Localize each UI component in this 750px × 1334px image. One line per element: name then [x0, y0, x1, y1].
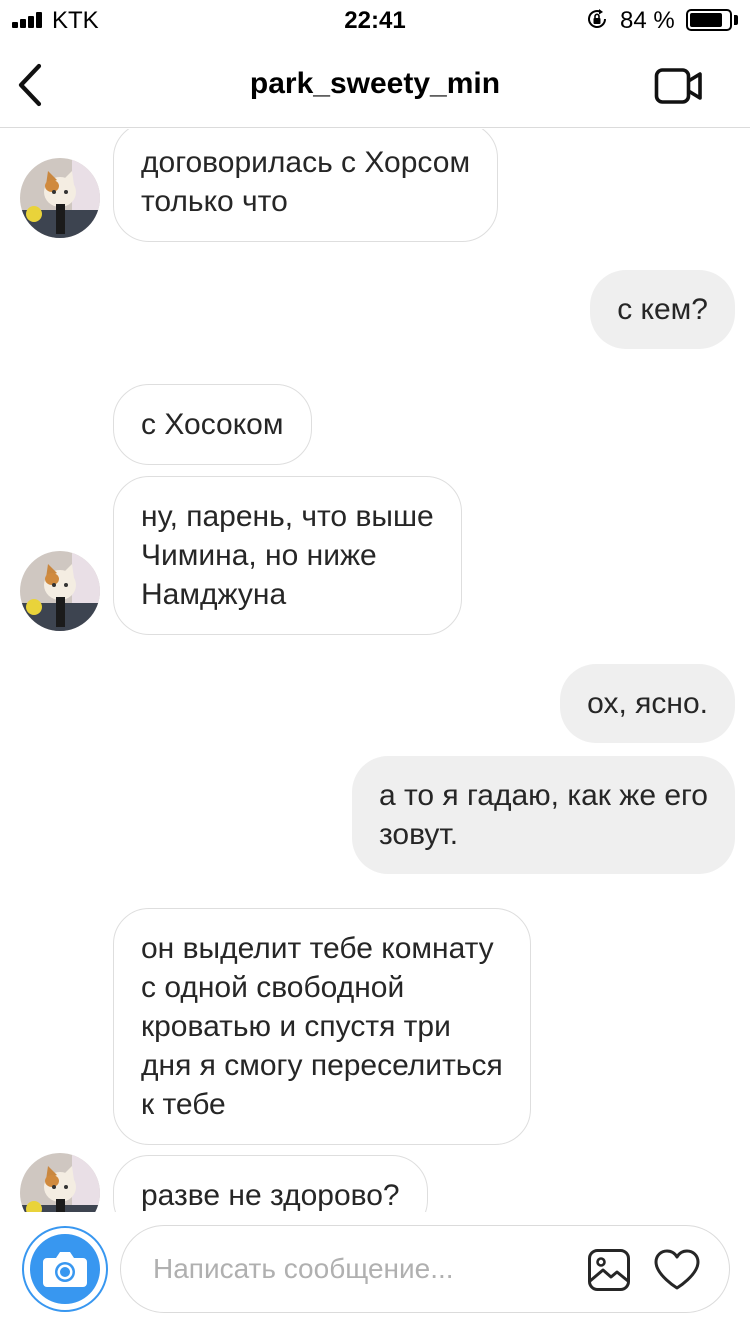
incoming-message-bubble[interactable]: разве не здорово?	[113, 1155, 428, 1212]
cat-avatar-icon	[20, 158, 100, 238]
message-field	[120, 1225, 730, 1313]
message-line: ну, парень, что выше	[141, 500, 434, 533]
battery-icon	[686, 9, 732, 31]
incoming-message-bubble[interactable]: договорилась с Хорсом только что	[113, 129, 499, 242]
incoming-message-bubble[interactable]: с Хосоком	[113, 384, 312, 465]
orientation-lock-icon	[588, 9, 606, 28]
cat-avatar-icon	[20, 1153, 100, 1212]
cat-avatar-icon	[20, 551, 100, 631]
message-input[interactable]	[153, 1248, 573, 1290]
message-thread[interactable]: договорилась с Хорсом только что с кем? …	[0, 129, 750, 1212]
message-line: кроватью и спустя три	[141, 1010, 451, 1043]
message-line: а то я гадаю, как же его	[378, 779, 708, 812]
message-line: с кем?	[617, 293, 708, 326]
camera-icon	[43, 1252, 87, 1287]
message-line: только что	[141, 185, 288, 218]
battery-cap	[734, 15, 738, 25]
message-line: ох, ясно.	[587, 687, 708, 720]
gallery-icon[interactable]	[587, 1248, 631, 1292]
conversation-header: park_sweety_min	[0, 40, 750, 128]
message-line: он выделит тебе комнату	[141, 932, 494, 965]
video-call-icon[interactable]	[654, 66, 704, 106]
message-line: с Хосоком	[141, 408, 284, 441]
camera-button[interactable]	[22, 1226, 108, 1312]
outgoing-message-bubble[interactable]: ох, ясно.	[560, 664, 735, 743]
status-bar: KTK 22:41 84 %	[0, 0, 750, 40]
contact-avatar[interactable]	[20, 1153, 100, 1212]
message-line: Намджуна	[141, 578, 287, 611]
message-composer	[0, 1212, 750, 1334]
battery-level-fill	[690, 13, 722, 27]
battery-percent: 84 %	[620, 7, 675, 34]
outgoing-message-bubble[interactable]: с кем?	[590, 270, 735, 349]
message-line: договорилась с Хорсом	[141, 146, 471, 179]
contact-avatar[interactable]	[20, 158, 100, 238]
message-line: с одной свободной	[141, 971, 405, 1004]
message-line: Чимина, но ниже	[141, 539, 377, 572]
message-line: дня я смогу переселиться	[141, 1049, 503, 1082]
conversation-username[interactable]: park_sweety_min	[0, 67, 750, 101]
message-line: разве не здорово?	[141, 1179, 400, 1212]
heart-icon[interactable]	[653, 1248, 701, 1292]
contact-avatar[interactable]	[20, 551, 100, 631]
incoming-message-bubble[interactable]: ну, парень, что выше Чимина, но ниже Нам…	[113, 476, 462, 635]
camera-button-fill	[30, 1234, 100, 1304]
message-line: зовут.	[378, 818, 459, 851]
message-line: к тебе	[141, 1088, 226, 1121]
incoming-message-bubble[interactable]: он выделит тебе комнату с одной свободно…	[113, 908, 531, 1145]
outgoing-message-bubble[interactable]: а то я гадаю, как же его зовут.	[351, 756, 735, 874]
